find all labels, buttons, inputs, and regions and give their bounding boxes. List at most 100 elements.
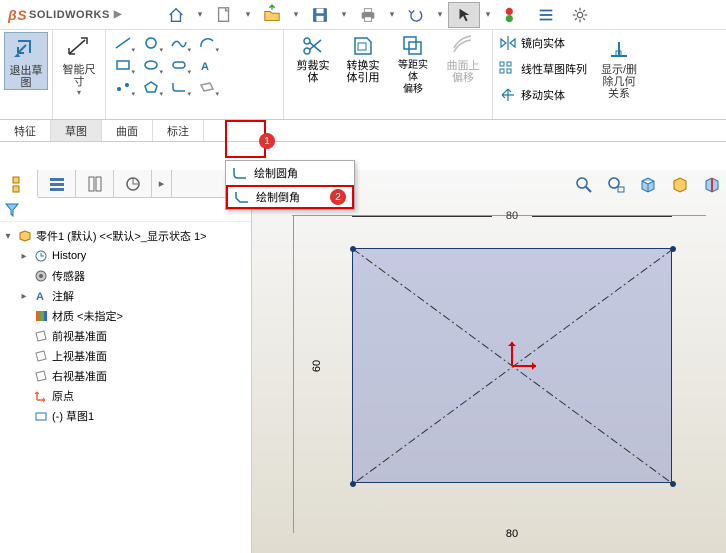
callout-badge-2: 2 <box>330 189 346 205</box>
collapse-icon[interactable]: ▾ <box>2 231 14 242</box>
options-list-button[interactable] <box>530 2 562 28</box>
exit-sketch-label: 退出草 图 <box>10 65 43 89</box>
tree-top-plane[interactable]: 上视基准面 <box>2 346 249 366</box>
circle-tool[interactable] <box>138 32 164 54</box>
mirror-button[interactable]: 镜向实体 <box>499 32 587 54</box>
tree-history[interactable]: ▸History <box>2 246 249 266</box>
tree-sensors[interactable]: 传感器 <box>2 266 249 286</box>
vertex[interactable] <box>670 246 676 252</box>
graphics-area[interactable]: 80 60 80 <box>252 170 726 553</box>
spline-tool[interactable] <box>166 32 192 54</box>
tree-sketch1[interactable]: (-) 草图1 <box>2 406 249 426</box>
zoom-area-button[interactable] <box>602 172 630 198</box>
chamfer-icon <box>234 190 250 204</box>
save-button[interactable] <box>304 2 336 28</box>
tree-origin[interactable]: 原点 <box>2 386 249 406</box>
dimension-height[interactable]: 60 <box>310 248 324 483</box>
more-tab[interactable]: ▸ <box>152 170 172 197</box>
property-tab[interactable] <box>38 170 76 197</box>
select-button[interactable] <box>448 2 480 28</box>
vertex[interactable] <box>350 246 356 252</box>
tree-front-plane[interactable]: 前视基准面 <box>2 326 249 346</box>
pattern-button[interactable]: 线性草图阵列 <box>499 58 587 80</box>
view-orient-button[interactable] <box>634 172 662 198</box>
dropdown-arrow[interactable]: ▾ <box>338 2 350 28</box>
show-relations-button[interactable]: 显示/删 除几何 关系 <box>597 32 641 100</box>
tree-root[interactable]: ▾ 零件1 (默认) <<默认>_显示状态 1> <box>2 226 249 246</box>
slot-tool[interactable] <box>166 54 192 76</box>
dropdown-arrow[interactable]: ▾ <box>242 2 254 28</box>
trim-button[interactable]: 剪裁实 体 <box>288 32 338 117</box>
new-button[interactable] <box>208 2 240 28</box>
dropdown-arrow[interactable]: ▾ <box>290 2 302 28</box>
dropdown-arrow[interactable]: ▾ <box>434 2 446 28</box>
display-style-button[interactable] <box>666 172 694 198</box>
surface-offset-button: 曲面上 偏移 <box>438 32 488 117</box>
dimension-width-bottom[interactable]: 80 <box>352 528 672 540</box>
rectangle-tool[interactable] <box>110 54 136 76</box>
dimxpert-tab[interactable] <box>114 170 152 197</box>
smart-dimension-label: 智能尺 寸 <box>63 64 96 88</box>
dimension-icon <box>65 34 93 62</box>
tab-sketch[interactable]: 草图 <box>51 120 102 141</box>
move-button[interactable]: 移动实体 <box>499 84 587 106</box>
plane-tool[interactable] <box>194 76 220 98</box>
sketch-tools-group: A <box>106 30 284 119</box>
plane-icon <box>33 328 49 344</box>
print-button[interactable] <box>352 2 384 28</box>
home-button[interactable] <box>160 2 192 28</box>
dropdown-arrow[interactable]: ▾ <box>482 2 494 28</box>
fillet-dropdown-menu: 绘制圆角 绘制倒角 2 <box>225 160 355 210</box>
settings-button[interactable] <box>564 2 596 28</box>
undo-button[interactable] <box>400 2 432 28</box>
fillet-icon <box>232 166 248 180</box>
command-manager-tabs: 特征 草图 曲面 标注 <box>0 120 726 142</box>
tab-surface[interactable]: 曲面 <box>102 120 153 141</box>
vertex[interactable] <box>350 481 356 487</box>
line-tool[interactable] <box>110 32 136 54</box>
origin-icon <box>33 388 49 404</box>
dimension-width[interactable]: 80 <box>352 210 672 222</box>
app-logo: βS SOLIDWORKS ▶ <box>0 7 130 23</box>
polygon-tool[interactable] <box>138 76 164 98</box>
convert-button[interactable]: 转换实 体引用 <box>338 32 388 117</box>
rectangle-entity[interactable] <box>352 248 672 483</box>
vertex[interactable] <box>670 481 676 487</box>
feature-tree: ▾ 零件1 (默认) <<默认>_显示状态 1> ▸History 传感器 ▸A… <box>0 222 251 553</box>
fillet-tool[interactable] <box>166 76 192 98</box>
convert-icon <box>351 32 375 60</box>
dimension-group: 智能尺 寸 ▾ <box>53 30 106 119</box>
exit-sketch-button[interactable]: 退出草 图 <box>4 32 48 90</box>
text-tool[interactable]: A <box>194 54 220 76</box>
surface-icon <box>451 32 475 60</box>
sketch-chamfer-item[interactable]: 绘制倒角 2 <box>226 185 354 209</box>
point-tool[interactable] <box>110 76 136 98</box>
funnel-icon[interactable] <box>4 202 20 218</box>
sketch-fillet-item[interactable]: 绘制圆角 <box>226 161 354 185</box>
dropdown-arrow[interactable]: ▾ <box>386 2 398 28</box>
logo-ds-icon: βS <box>8 7 27 23</box>
smart-dimension-button[interactable]: 智能尺 寸 <box>57 32 101 88</box>
svg-text:A: A <box>201 61 209 73</box>
dropdown-arrow[interactable]: ▾ <box>194 2 206 28</box>
tree-material[interactable]: 材质 <未指定> <box>2 306 249 326</box>
tab-features[interactable]: 特征 <box>0 120 51 141</box>
tree-right-plane[interactable]: 右视基准面 <box>2 366 249 386</box>
plane-icon <box>33 368 49 384</box>
history-icon <box>33 248 49 264</box>
offset-icon <box>401 32 425 60</box>
app-menu-arrow[interactable]: ▶ <box>114 9 122 20</box>
exit-sketch-group: 退出草 图 <box>0 30 53 119</box>
tab-annotate[interactable]: 标注 <box>153 120 204 141</box>
ellipse-tool[interactable] <box>138 54 164 76</box>
perpendicular-icon <box>605 34 633 62</box>
config-tab[interactable] <box>76 170 114 197</box>
zoom-fit-button[interactable] <box>570 172 598 198</box>
section-view-button[interactable] <box>698 172 726 198</box>
arc-tool[interactable] <box>194 32 220 54</box>
rebuild-button[interactable] <box>496 2 528 28</box>
offset-button[interactable]: 等距实 体 偏移 <box>388 32 438 117</box>
feature-tree-tab[interactable] <box>0 170 38 198</box>
tree-annotations[interactable]: ▸A注解 <box>2 286 249 306</box>
open-button[interactable] <box>256 2 288 28</box>
